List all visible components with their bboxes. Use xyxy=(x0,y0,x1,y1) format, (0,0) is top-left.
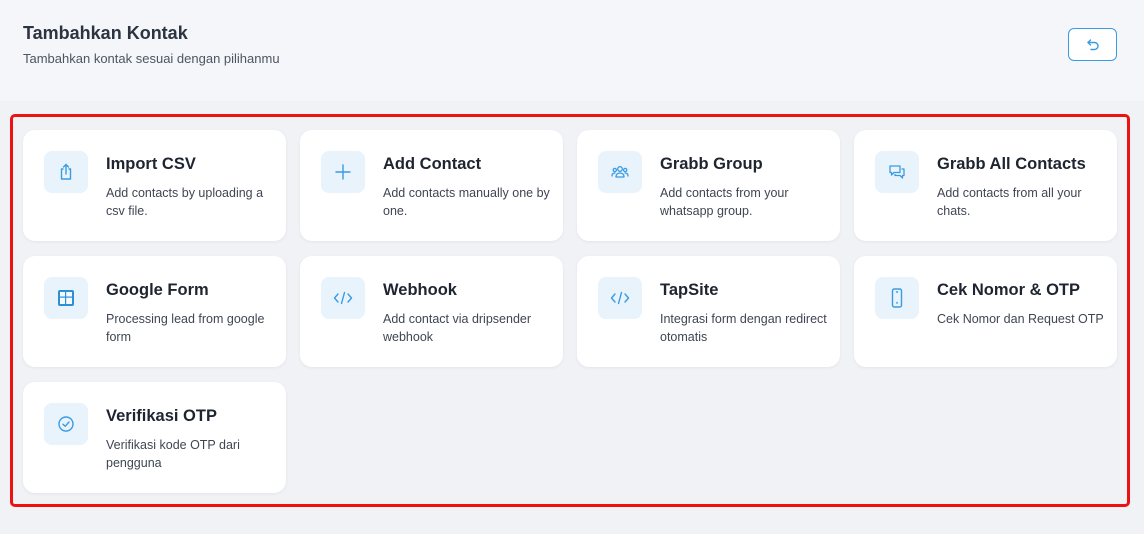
phone-icon xyxy=(875,277,919,319)
contact-options-grid: Import CSV Add contacts by uploading a c… xyxy=(23,130,1117,493)
card-description: Add contacts manually one by one. xyxy=(383,186,550,218)
card-verifikasi-otp[interactable]: Verifikasi OTP Verifikasi kode OTP dari … xyxy=(23,382,286,493)
check-circle-icon xyxy=(44,403,88,445)
card-title: Grabb Group xyxy=(660,155,763,173)
card-title: Cek Nomor & OTP xyxy=(937,281,1081,299)
card-description: Add contacts by uploading a csv file. xyxy=(106,186,264,218)
users-icon xyxy=(598,151,642,193)
code-icon xyxy=(598,277,642,319)
upload-icon xyxy=(44,151,88,193)
page-title: Tambahkan Kontak xyxy=(23,23,188,43)
page-subtitle: Tambahkan kontak sesuai dengan pilihanmu xyxy=(23,51,280,66)
card-cek-nomor-otp[interactable]: Cek Nomor & OTP Cek Nomor dan Request OT… xyxy=(854,256,1117,367)
card-title: Verifikasi OTP xyxy=(106,407,217,425)
card-title: Add Contact xyxy=(383,155,482,173)
card-google-form[interactable]: Google Form Processing lead from google … xyxy=(23,256,286,367)
chat-bubbles-icon xyxy=(875,151,919,193)
card-description: Cek Nomor dan Request OTP xyxy=(937,312,1104,326)
undo-arrow-icon xyxy=(1085,37,1101,53)
card-description: Verifikasi kode OTP dari pengguna xyxy=(106,438,240,470)
card-title: Grabb All Contacts xyxy=(937,155,1086,173)
google-form-icon xyxy=(44,277,88,319)
card-description: Add contacts from all your chats. xyxy=(937,186,1082,218)
plus-icon xyxy=(321,151,365,193)
card-description: Add contact via dripsender webhook xyxy=(383,312,532,344)
back-button[interactable] xyxy=(1068,28,1117,61)
card-grabb-all-contacts[interactable]: Grabb All Contacts Add contacts from all… xyxy=(854,130,1117,241)
card-title: Google Form xyxy=(106,281,209,299)
page-header: Tambahkan Kontak Tambahkan kontak sesuai… xyxy=(0,0,1144,101)
card-add-contact[interactable]: Add Contact Add contacts manually one by… xyxy=(300,130,563,241)
card-title: TapSite xyxy=(660,281,719,299)
card-description: Add contacts from your whatsapp group. xyxy=(660,186,789,218)
card-import-csv[interactable]: Import CSV Add contacts by uploading a c… xyxy=(23,130,286,241)
card-webhook[interactable]: Webhook Add contact via dripsender webho… xyxy=(300,256,563,367)
card-title: Import CSV xyxy=(106,155,196,173)
code-icon xyxy=(321,277,365,319)
card-title: Webhook xyxy=(383,281,457,299)
card-description: Integrasi form dengan redirect otomatis xyxy=(660,312,827,344)
card-tapsite[interactable]: TapSite Integrasi form dengan redirect o… xyxy=(577,256,840,367)
card-grabb-group[interactable]: Grabb Group Add contacts from your whats… xyxy=(577,130,840,241)
card-description: Processing lead from google form xyxy=(106,312,265,344)
